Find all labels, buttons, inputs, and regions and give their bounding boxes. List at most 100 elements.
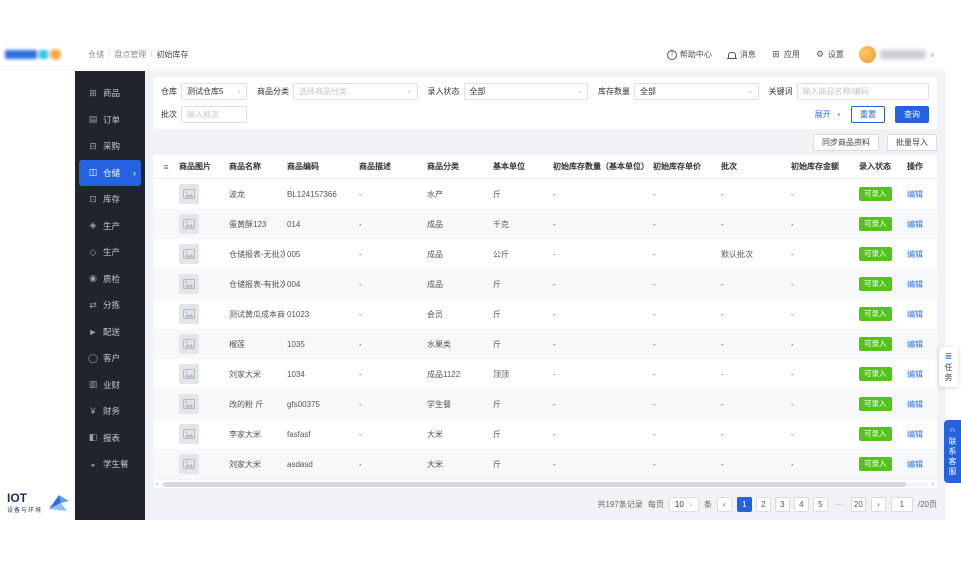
prev-page-button[interactable]: ‹ <box>716 497 732 512</box>
expand-filters-link[interactable]: 展开 ∨ <box>815 109 841 120</box>
page-button[interactable]: 1 <box>736 497 752 512</box>
status-cell: 可录入 <box>857 307 905 321</box>
scrollbar-thumb[interactable] <box>162 481 907 487</box>
sidebar-item[interactable]: ◫ 仓储 <box>79 159 141 186</box>
edit-link[interactable]: 编辑 <box>907 430 923 439</box>
product-image-placeholder <box>179 244 199 264</box>
avatar[interactable] <box>858 46 876 63</box>
sidebar-item[interactable]: ◉ 质检 <box>79 266 141 293</box>
edit-link[interactable]: 编辑 <box>907 190 923 199</box>
warehouse-select[interactable]: 测试仓库5 ∨ <box>181 83 247 100</box>
topbar-action[interactable]: 应用 <box>771 49 800 60</box>
breadcrumb-item[interactable]: 盘点管理 <box>104 50 146 59</box>
image-icon <box>183 369 195 379</box>
keyword-input[interactable] <box>796 83 929 100</box>
page-button[interactable]: 2 <box>755 497 771 512</box>
table-row[interactable]: 榴莲 1035 - 水果类 斤 - - - - 可录入 编辑 <box>153 329 937 359</box>
sidebar-item[interactable]: ◯ 客户 <box>79 345 141 372</box>
topbar-action[interactable]: 消息 <box>726 49 756 60</box>
scroll-right-icon[interactable]: › <box>931 480 934 488</box>
user-menu[interactable]: ∨ <box>858 46 935 63</box>
page-button[interactable]: 5 <box>812 497 828 512</box>
company-logo[interactable] <box>0 49 75 60</box>
topbar-action-icon <box>726 50 737 60</box>
action-cell: 编辑 <box>905 369 937 380</box>
status-cell: 可录入 <box>857 397 905 411</box>
page-jump-input[interactable]: 1 <box>890 497 913 512</box>
scroll-left-icon[interactable]: ‹ <box>156 480 159 488</box>
table-row[interactable]: 蛋黄酥123 014 - 成品 千克 - - - - 可录入 编辑 <box>153 209 937 239</box>
sidebar-item[interactable]: ◧ 报表 <box>79 425 141 452</box>
sidebar-item[interactable]: ◒ 学生餐 <box>79 451 141 478</box>
edit-link[interactable]: 编辑 <box>907 340 923 349</box>
table-row[interactable]: 李家大米 fasfasf - 大米 斤 - - - - 可录入 编辑 <box>153 419 937 449</box>
page-button[interactable]: 3 <box>774 497 790 512</box>
chevron-down-icon: ∨ <box>407 89 412 95</box>
edit-link[interactable]: 编辑 <box>907 460 923 469</box>
table-row[interactable]: 改的粉 斤 gfs00375 - 学生餐 斤 - - - - 可录入 编辑 <box>153 389 937 419</box>
sidebar-item-icon: ◇ <box>89 246 97 257</box>
topbar-action[interactable]: 设置 <box>815 49 844 60</box>
table-row[interactable]: 刘家大米 1034 - 成品1122 顶顶 - - - - 可录入 编辑 <box>153 359 937 389</box>
breadcrumb-item[interactable]: 初始库存 <box>146 50 188 59</box>
sidebar-item[interactable]: ¥ 财务 <box>79 398 141 425</box>
table-row[interactable]: 仓储报表-无批次 005 - 成品 公斤 - - 默认批次 - 可录入 编辑 <box>153 239 937 269</box>
table-row[interactable]: 刘家大米 asdasd - 大米 斤 - - - - 可录入 编辑 <box>153 449 937 479</box>
reset-button[interactable]: 重置 <box>851 106 885 123</box>
breadcrumb-item[interactable]: 仓储 <box>88 50 104 59</box>
sidebar-item[interactable]: ◈ 生产 <box>79 213 141 240</box>
scrollbar-track[interactable] <box>161 481 929 487</box>
expand-all-icon[interactable]: ≡ <box>153 162 177 172</box>
sidebar-item[interactable]: ⊞ 商品 <box>79 80 141 107</box>
product-desc-cell: - <box>359 219 362 229</box>
product-name-cell: 蛋黄酥123 <box>229 219 267 229</box>
sidebar-item[interactable]: ◇ 生产 <box>79 239 141 266</box>
sidebar-item[interactable]: ► 配送 <box>79 319 141 346</box>
entry-status-select[interactable]: 全部 ∨ <box>463 83 588 100</box>
sidebar-item[interactable]: ▥ 业财 <box>79 372 141 399</box>
sidebar-item-icon: ◉ <box>89 273 97 284</box>
next-page-button[interactable]: › <box>870 497 886 512</box>
per-page-select[interactable]: 10 ∨ <box>668 497 699 512</box>
product-image-placeholder <box>179 364 199 384</box>
iot-logo: IOT 设备与环境 <box>0 486 75 520</box>
page-button[interactable]: ⋯ <box>832 497 847 512</box>
status-badge: 可录入 <box>859 187 892 201</box>
sync-products-button[interactable]: 同步商品资料 <box>813 134 879 151</box>
search-button[interactable]: 查询 <box>895 106 929 123</box>
batch-import-button[interactable]: 批量导入 <box>887 134 937 151</box>
edit-link[interactable]: 编辑 <box>907 250 923 259</box>
sidebar-item[interactable]: ▤ 订单 <box>79 107 141 134</box>
logo-graphic <box>5 49 61 60</box>
sidebar-item-icon: ⊟ <box>89 140 97 151</box>
sidebar-item-label: 生产 <box>103 247 121 258</box>
sidebar-item[interactable]: ⇄ 分拣 <box>79 292 141 319</box>
batch-input[interactable] <box>181 106 247 123</box>
table-row[interactable]: 波龙 BL124157366 - 水产 斤 - - - - 可录入 编辑 <box>153 179 937 209</box>
entry-status-label: 录入状态 <box>427 87 460 96</box>
product-desc-cell: - <box>359 399 362 409</box>
page-button[interactable]: 20 <box>850 497 866 512</box>
table-row[interactable]: 仓储报表-有批次 004 - 成品 斤 - - - - 可录入 编辑 <box>153 269 937 299</box>
table-row[interactable]: 测试黄瓜成本商品 01023 - 会员 斤 - - - - 可录入 编辑 <box>153 299 937 329</box>
sidebar-item[interactable]: ⊟ 采购 <box>79 133 141 160</box>
sidebar-item[interactable]: ⊡ 库存 <box>79 186 141 213</box>
initial-amount-cell: - <box>791 249 794 259</box>
page-button[interactable]: 4 <box>793 497 809 512</box>
horizontal-scrollbar[interactable]: ‹ › <box>153 479 937 488</box>
edit-link[interactable]: 编辑 <box>907 220 923 229</box>
sidebar-item-label: 库存 <box>103 194 121 205</box>
edit-link[interactable]: 编辑 <box>907 400 923 409</box>
edit-link[interactable]: 编辑 <box>907 280 923 289</box>
topbar-action[interactable]: 帮助中心 <box>667 49 712 60</box>
contact-service-widget[interactable]: ∩ 联系客服 <box>944 420 961 483</box>
initial-price-cell: - <box>653 369 656 379</box>
task-widget[interactable]: ≣ 任务 <box>939 347 958 387</box>
chevron-down-icon: ∨ <box>929 51 935 59</box>
initial-amount-cell: - <box>791 219 794 229</box>
edit-link[interactable]: 编辑 <box>907 310 923 319</box>
stock-qty-select[interactable]: 全部 ∨ <box>634 83 759 100</box>
category-select[interactable]: 选择商品分类 ∨ <box>293 83 418 100</box>
edit-link[interactable]: 编辑 <box>907 370 923 379</box>
sidebar-item-icon: ⊞ <box>89 87 97 98</box>
